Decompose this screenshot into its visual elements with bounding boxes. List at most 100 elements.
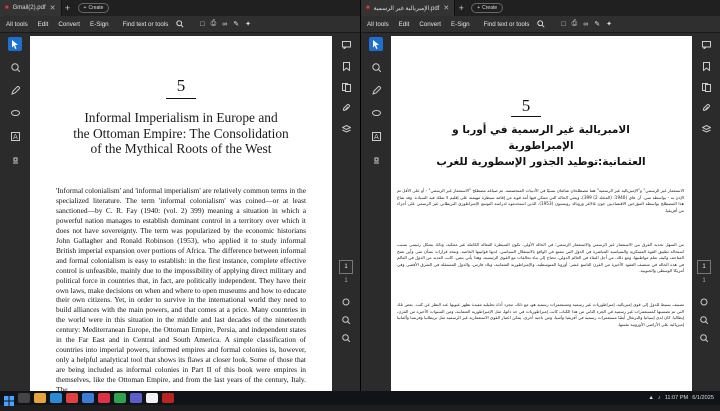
find-text-tools[interactable]: Find text or tools: [114, 21, 174, 28]
tab-title: Gmail(2).pdf: [12, 5, 46, 11]
close-icon[interactable]: ✕: [443, 4, 449, 12]
menu-esign[interactable]: E-Sign: [446, 21, 475, 28]
comment-icon[interactable]: [700, 39, 712, 51]
menu-esign[interactable]: E-Sign: [85, 21, 114, 28]
layers-icon[interactable]: [340, 123, 352, 135]
acrobat-icon[interactable]: [98, 393, 110, 403]
page-total: 1: [344, 278, 348, 284]
zoom-out-icon[interactable]: [339, 332, 353, 344]
clock-date[interactable]: 6/1/2025: [692, 395, 714, 401]
zoom-comment-icon[interactable]: [8, 60, 22, 74]
menu-convert[interactable]: Convert: [53, 21, 85, 28]
attachment-icon[interactable]: [700, 102, 712, 114]
volume-icon[interactable]: ♪: [658, 395, 661, 401]
menu-bar: All tools Edit Convert E-Sign Find text …: [361, 16, 720, 33]
search-icon[interactable]: [534, 20, 548, 28]
close-icon[interactable]: ✕: [50, 4, 56, 12]
zoom-in-icon[interactable]: [697, 314, 711, 326]
print-icon[interactable]: ⎙: [569, 20, 581, 28]
find-text-tools[interactable]: Find text or tools: [475, 21, 535, 28]
page-number-input[interactable]: 1: [697, 260, 711, 274]
document-tab[interactable]: ■ الإمبريالية غير الرسمية.pdf ✕: [361, 0, 456, 16]
share-icon[interactable]: ✎: [591, 20, 603, 28]
bookmark-icon[interactable]: [700, 60, 712, 72]
save-icon[interactable]: □: [197, 21, 207, 28]
pen-icon[interactable]: [8, 83, 22, 97]
menu-edit[interactable]: Edit: [33, 21, 54, 28]
pdf-page: 5 Informal Imperialism in Europe and the…: [30, 36, 332, 391]
chrome-icon[interactable]: [66, 393, 78, 403]
page-number-input[interactable]: 1: [339, 260, 353, 274]
lasso-icon[interactable]: [8, 106, 22, 120]
bookmark-icon[interactable]: [340, 60, 352, 72]
layers-icon[interactable]: [700, 123, 712, 135]
menu-all-tools[interactable]: All tools: [0, 21, 33, 28]
left-acrobat-window: ■ Gmail(2).pdf ✕ + + Create All tools Ed…: [0, 0, 360, 391]
link-icon[interactable]: ∞: [580, 21, 591, 28]
text-box-icon[interactable]: A: [8, 129, 22, 143]
attachment-icon[interactable]: [340, 102, 352, 114]
ai-assistant-icon[interactable]: ✦: [603, 20, 615, 28]
select-cursor-icon[interactable]: [8, 37, 22, 51]
comment-icon[interactable]: [340, 39, 352, 51]
body-paragraph: تصنيف بسيط للدول إلى قوى إمبريالية، إمبر…: [397, 302, 684, 327]
pdf-app-icon[interactable]: [162, 393, 174, 403]
print-icon[interactable]: ⎙: [208, 20, 220, 28]
chapter-number: 5: [176, 76, 186, 95]
pdf-icon: ■: [5, 5, 9, 11]
zoom-out-icon[interactable]: [697, 332, 711, 344]
chapter-title: Informal Imperialism in Europe and the O…: [56, 110, 306, 157]
save-icon[interactable]: □: [558, 21, 568, 28]
plus-icon: +: [83, 5, 87, 11]
document-tab[interactable]: ■ Gmail(2).pdf ✕: [0, 0, 62, 16]
menu-all-tools[interactable]: All tools: [361, 21, 394, 28]
select-cursor-icon[interactable]: [369, 37, 383, 51]
pen-icon[interactable]: [369, 83, 383, 97]
body-text: 'Informal colonialism' and 'informal imp…: [56, 186, 306, 391]
menu-convert[interactable]: Convert: [414, 21, 446, 28]
word-icon[interactable]: [82, 393, 94, 403]
refresh-icon[interactable]: [339, 296, 353, 308]
title-line: العثمانية:توطيد الجذور الإسطورية للغرب: [436, 156, 646, 168]
add-tab-icon[interactable]: +: [62, 3, 74, 13]
link-icon[interactable]: ∞: [219, 21, 230, 28]
chapter-rule: [511, 116, 541, 117]
start-icon[interactable]: [4, 393, 14, 406]
create-button[interactable]: + Create: [77, 3, 110, 13]
refresh-icon[interactable]: [697, 296, 711, 308]
svg-text:A: A: [13, 133, 18, 141]
share-icon[interactable]: ✎: [230, 20, 242, 28]
create-label: Create: [88, 5, 104, 11]
stamp-icon[interactable]: [8, 152, 22, 166]
menu-edit[interactable]: Edit: [394, 21, 415, 28]
search-taskbar-icon[interactable]: [18, 393, 30, 403]
search-icon[interactable]: [173, 20, 187, 28]
pages-icon[interactable]: [700, 81, 712, 93]
ai-assistant-icon[interactable]: ✦: [242, 20, 254, 28]
teams-icon[interactable]: [130, 393, 142, 403]
create-button[interactable]: + Create: [471, 3, 504, 13]
tab-title: الإمبريالية غير الرسمية.pdf: [373, 5, 440, 12]
stamp-icon[interactable]: [369, 152, 383, 166]
menu-bar: All tools Edit Convert E-Sign Find text …: [0, 16, 360, 33]
text-box-icon[interactable]: A: [369, 129, 383, 143]
clock-time[interactable]: 11:07 PM: [665, 395, 689, 401]
whatsapp-icon[interactable]: [114, 393, 126, 403]
lasso-icon[interactable]: [369, 106, 383, 120]
add-tab-icon[interactable]: +: [455, 3, 467, 13]
title-line: of the Mythical Roots of the West: [90, 141, 272, 156]
body-paragraph: الاستعمار غير الرسمي" و"الإمبريالية غير …: [397, 188, 684, 213]
zoom-comment-icon[interactable]: [369, 60, 383, 74]
right-acrobat-window: ■ الإمبريالية غير الرسمية.pdf ✕ + + Crea…: [361, 0, 720, 391]
zoom-in-icon[interactable]: [339, 314, 353, 326]
edge-icon[interactable]: [50, 393, 62, 403]
title-line: the Ottoman Empire: The Consolidation: [73, 125, 289, 141]
file-explorer-icon[interactable]: [34, 393, 46, 403]
notepad-icon[interactable]: [146, 393, 158, 403]
chapter-rule: [166, 98, 196, 99]
page-total: 1: [702, 278, 706, 284]
pages-icon[interactable]: [340, 81, 352, 93]
network-icon[interactable]: ▲: [648, 395, 654, 401]
plus-icon: +: [477, 5, 481, 11]
taskbar: ▲ ♪ 11:07 PM 6/1/2025: [0, 391, 720, 406]
